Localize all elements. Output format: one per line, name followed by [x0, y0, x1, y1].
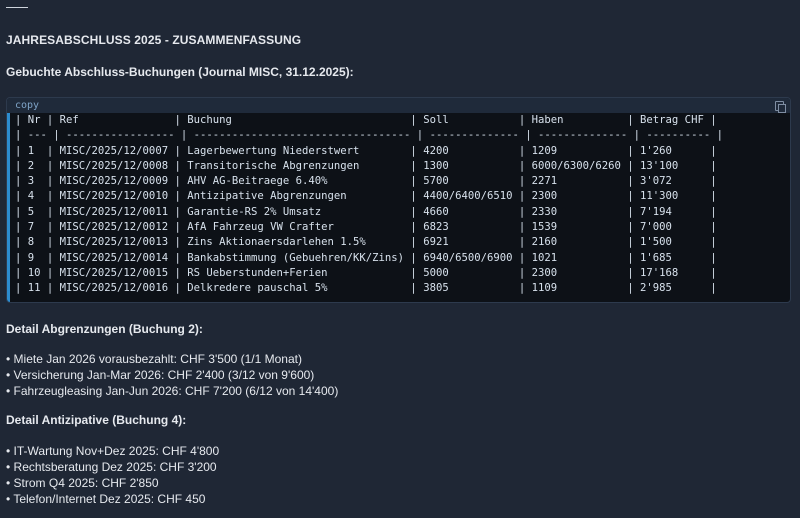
list-item: • Miete Jan 2026 vorausbezahlt: CHF 3'50…	[6, 352, 302, 366]
code-line: | 11 | MISC/2025/12/0016 | Delkredere pa…	[15, 282, 717, 294]
divider	[6, 7, 28, 8]
copy-icon[interactable]	[775, 101, 786, 113]
code-content: | Nr | Ref | Buchung | Soll | Haben | Be…	[7, 113, 790, 302]
list-item: • Fahrzeugleasing Jan-Jun 2026: CHF 7'20…	[6, 384, 339, 398]
code-line: | Nr | Ref | Buchung | Soll | Haben | Be…	[15, 114, 717, 126]
list-item: • IT-Wartung Nov+Dez 2025: CHF 4'800	[6, 444, 220, 458]
list-item: • Telefon/Internet Dez 2025: CHF 450	[6, 492, 206, 506]
code-line: | 9 | MISC/2025/12/0014 | Bankabstimmung…	[15, 252, 717, 264]
list-item: • Strom Q4 2025: CHF 2'850	[6, 476, 159, 490]
code-line: | 10 | MISC/2025/12/0015 | RS Ueberstund…	[15, 267, 717, 279]
page-title: JAHRESABSCHLUSS 2025 - ZUSAMMENFASSUNG	[6, 33, 302, 47]
code-gutter	[7, 113, 10, 302]
code-line: | 3 | MISC/2025/12/0009 | AHV AG-Beitrae…	[15, 175, 717, 187]
detail-abgrenzungen-title: Detail Abgrenzungen (Buchung 2):	[6, 322, 203, 336]
code-language-label: copy	[15, 100, 40, 111]
list-item: • Rechtsberatung Dez 2025: CHF 3'200	[6, 460, 217, 474]
code-line: | 7 | MISC/2025/12/0012 | AfA Fahrzeug V…	[15, 221, 717, 233]
code-line: | 4 | MISC/2025/12/0010 | Antizipative A…	[15, 190, 717, 202]
detail-antizipative-title: Detail Antizipative (Buchung 4):	[6, 413, 187, 427]
list-item: • Versicherung Jan-Mar 2026: CHF 2'400 (…	[6, 368, 315, 382]
section-subheading: Gebuchte Abschluss-Buchungen (Journal MI…	[6, 65, 354, 79]
code-line: | 1 | MISC/2025/12/0007 | Lagerbewertung…	[15, 145, 717, 157]
code-line: | 8 | MISC/2025/12/0013 | Zins Aktionaer…	[15, 236, 717, 248]
code-line: | 2 | MISC/2025/12/0008 | Transitorische…	[15, 160, 717, 172]
code-block: copy | Nr | Ref | Buchung | Soll | Haben…	[6, 97, 791, 303]
code-line: | --- | ----------------- | ------------…	[15, 129, 723, 141]
code-block-header: copy	[7, 98, 790, 113]
code-line: | 5 | MISC/2025/12/0011 | Garantie-RS 2%…	[15, 206, 717, 218]
